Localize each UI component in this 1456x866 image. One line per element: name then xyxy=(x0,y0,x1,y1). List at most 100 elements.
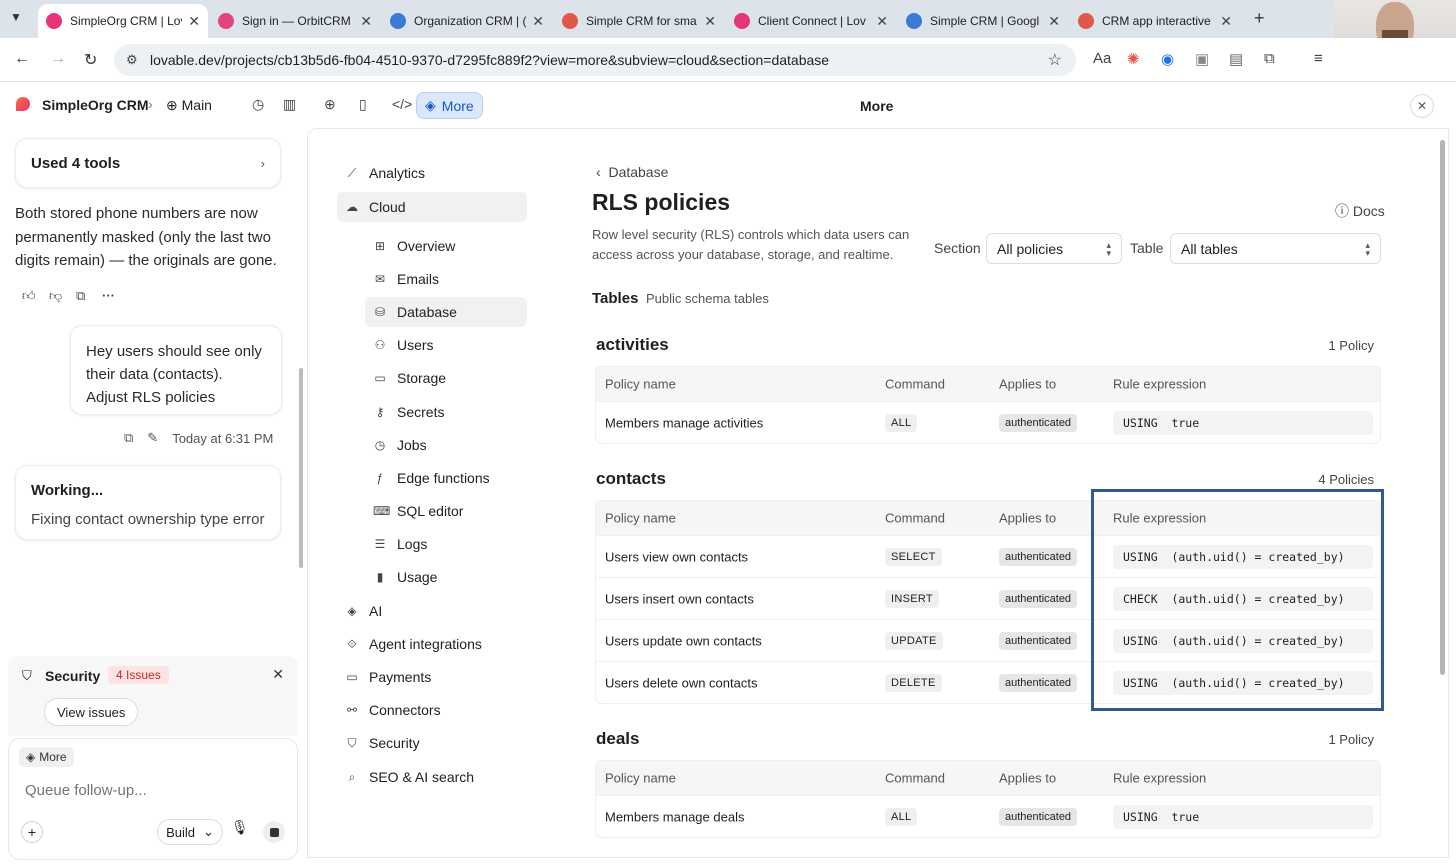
site-info-icon[interactable]: ⚙ xyxy=(126,52,138,68)
browser-tab[interactable]: Client Connect | Lov ✕ xyxy=(726,4,896,38)
nav-item-usage[interactable]: ▮ Usage xyxy=(365,562,527,592)
policy-row[interactable]: Members manage deals ALL authenticated USIN… xyxy=(596,795,1380,837)
more-chip[interactable]: ◈ More xyxy=(19,747,74,767)
plug-icon: ⟐ xyxy=(347,636,357,651)
camera-extension-icon[interactable]: ▣ xyxy=(1195,50,1209,68)
more-tab-button[interactable]: ◈ More xyxy=(416,92,483,119)
nav-item-seo-ai-search[interactable]: ⌕ SEO & AI search xyxy=(337,762,527,792)
working-status-card: Working... Fixing contact ownership type… xyxy=(15,465,281,540)
back-to-database-link[interactable]: ‹ Database xyxy=(596,164,668,180)
browser-tab[interactable]: CRM app interactive ✕ xyxy=(1070,4,1240,38)
bar-chart-icon: ▮ xyxy=(376,570,384,584)
tab-title: CRM app interactive xyxy=(1102,14,1211,28)
nav-item-storage[interactable]: ▭ Storage xyxy=(365,363,527,393)
used-tools-label: Used 4 tools xyxy=(31,154,121,172)
nav-item-label: Storage xyxy=(397,370,447,386)
close-icon[interactable]: ✕ xyxy=(272,666,284,683)
reader-mode-icon[interactable]: Aa xyxy=(1093,50,1111,67)
nav-item-label: Connectors xyxy=(369,702,441,718)
nav-item-overview[interactable]: ⊞ Overview xyxy=(365,231,527,261)
nav-item-cloud[interactable]: ☁ Cloud xyxy=(337,192,527,222)
favicon-icon xyxy=(562,13,578,29)
address-bar[interactable]: ⚙ lovable.dev/projects/cb13b5d6-fb04-451… xyxy=(114,44,1076,76)
nav-item-secrets[interactable]: ⚷ Secrets xyxy=(365,397,527,427)
build-mode-dropdown[interactable]: Build ⌄ xyxy=(157,819,223,845)
docs-link[interactable]: ⓘ Docs xyxy=(1335,201,1385,221)
favicon-icon xyxy=(906,13,922,29)
chat-scrollbar[interactable] xyxy=(299,368,303,568)
media-control-icon[interactable]: ≡ xyxy=(1314,50,1323,67)
nav-item-security[interactable]: ⛉ Security xyxy=(337,728,527,758)
code-icon[interactable]: </> xyxy=(392,96,412,112)
nav-item-ai[interactable]: ◈ AI xyxy=(337,596,527,626)
new-tab-button[interactable]: + xyxy=(1254,8,1265,29)
main-scrollbar[interactable] xyxy=(1440,140,1445,675)
queue-followup-input[interactable] xyxy=(25,782,275,799)
sidebar-toggle-icon[interactable]: ▥ xyxy=(283,96,296,113)
forward-arrow-icon[interactable]: → xyxy=(50,50,66,68)
thumbs-down-icon[interactable]: 👎︎ xyxy=(49,288,62,304)
nav-item-edge-functions[interactable]: ƒ Edge functions xyxy=(365,463,527,493)
view-issues-button[interactable]: View issues xyxy=(44,698,139,726)
updown-chevron-icon: ▴ ▾ xyxy=(1106,239,1111,258)
policy-row[interactable]: Members manage activities ALL authenticate… xyxy=(596,401,1380,443)
tab-search-chevron-icon[interactable]: ▼ xyxy=(10,10,22,24)
browser-tab[interactable]: Simple CRM for sma ✕ xyxy=(554,4,724,38)
section-select[interactable]: All policies ▴ ▾ xyxy=(986,233,1122,264)
browser-tab[interactable]: SimpleOrg CRM | Lov ✕ xyxy=(38,4,208,38)
project-name[interactable]: SimpleOrg CRM xyxy=(42,97,149,113)
history-icon[interactable]: ◷ xyxy=(252,96,264,113)
reload-icon[interactable]: ↻ xyxy=(84,50,97,70)
used-tools-card[interactable]: Used 4 tools › xyxy=(15,138,281,188)
browser-tab[interactable]: Simple CRM | Googl ✕ xyxy=(898,4,1068,38)
more-options-icon[interactable]: ··· xyxy=(102,288,115,303)
table-select[interactable]: All tables ▴ ▾ xyxy=(1170,233,1381,264)
nav-item-agent-integrations[interactable]: ⟐ Agent integrations xyxy=(337,629,527,659)
close-tab-icon[interactable]: ✕ xyxy=(876,13,888,30)
close-tab-icon[interactable]: ✕ xyxy=(532,13,544,30)
extensions-puzzle-icon[interactable]: ⧉ xyxy=(1264,50,1275,67)
applies-to-badge: authenticated xyxy=(999,413,1078,432)
nav-item-jobs[interactable]: ◷ Jobs xyxy=(365,430,527,460)
shield-icon: ⛉ xyxy=(347,735,357,750)
browser-tab[interactable]: Organization CRM | (✕ xyxy=(382,4,552,38)
close-tab-icon[interactable]: ✕ xyxy=(704,13,716,30)
applies-to-badge: authenticated xyxy=(999,807,1078,826)
browser-tab[interactable]: Sign in — OrbitCRM ✕ xyxy=(210,4,380,38)
nav-item-users[interactable]: ⚇ Users xyxy=(365,330,527,360)
edit-pencil-icon[interactable]: ✎ xyxy=(147,430,158,446)
extension-box-icon[interactable]: ▤ xyxy=(1229,50,1243,68)
nav-item-emails[interactable]: ✉ Emails xyxy=(365,264,527,294)
nav-item-analytics[interactable]: ⟋ Analytics xyxy=(337,158,527,188)
bookmark-star-icon[interactable]: ☆ xyxy=(1048,50,1062,70)
copy-icon[interactable]: ⧉ xyxy=(124,430,133,446)
nav-item-logs[interactable]: ☰ Logs xyxy=(365,529,527,559)
stop-button[interactable] xyxy=(263,821,285,843)
cloud-icon: ☁ xyxy=(346,200,358,214)
close-tab-icon[interactable]: ✕ xyxy=(1048,13,1060,30)
database-icon: ⛁ xyxy=(374,305,386,319)
close-icon[interactable]: ✕ xyxy=(1410,94,1434,118)
preview-globe-icon[interactable]: ⊕ xyxy=(324,96,336,113)
mail-icon: ✉ xyxy=(374,272,386,286)
nav-item-sql-editor[interactable]: ⌨ SQL editor xyxy=(365,496,527,526)
back-arrow-icon[interactable]: ← xyxy=(14,50,30,68)
close-tab-icon[interactable]: ✕ xyxy=(1220,13,1232,30)
microphone-icon[interactable]: 🎙︎ xyxy=(231,819,249,836)
nav-item-connectors[interactable]: ⚯ Connectors xyxy=(337,695,527,725)
nav-item-database[interactable]: ⛁ Database xyxy=(365,297,527,327)
extension-icon[interactable]: ◉ xyxy=(1161,50,1174,68)
thumbs-up-icon[interactable]: 👍︎ xyxy=(22,288,36,304)
nav-item-label: Emails xyxy=(397,271,440,287)
nav-item-payments[interactable]: ▭ Payments xyxy=(337,662,527,692)
nav-item-label: SEO & AI search xyxy=(369,769,475,785)
claude-extension-icon[interactable]: ✺ xyxy=(1127,50,1140,68)
copy-icon[interactable]: ⧉ xyxy=(76,288,85,304)
lovable-logo-icon[interactable] xyxy=(16,97,30,111)
add-attachment-button[interactable]: + xyxy=(21,821,43,843)
security-label: Security xyxy=(45,668,101,684)
close-tab-icon[interactable]: ✕ xyxy=(360,13,372,30)
branch-selector[interactable]: ⊕ Main xyxy=(166,97,212,114)
close-tab-icon[interactable]: ✕ xyxy=(188,13,200,30)
document-icon[interactable]: ▯ xyxy=(359,96,367,113)
